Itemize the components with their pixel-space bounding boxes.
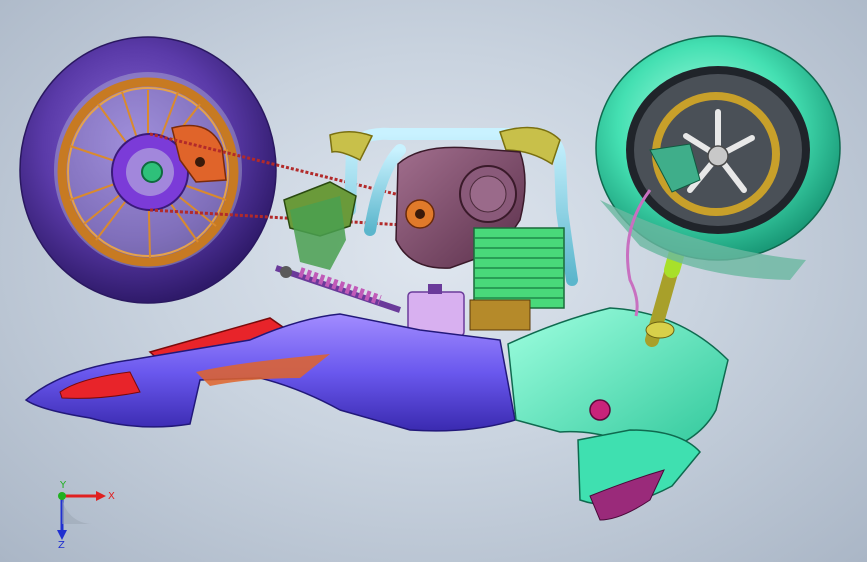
rear-shock: [275, 265, 401, 313]
rear-wheel[interactable]: [19, 36, 277, 304]
x-axis-label: X: [108, 491, 115, 502]
cylinder: [473, 227, 565, 309]
fuel-tank: [507, 307, 729, 453]
3d-viewport[interactable]: X Y Z: [0, 0, 867, 562]
front-wheel[interactable]: [595, 35, 841, 280]
motorcycle-model[interactable]: [0, 0, 867, 562]
y-axis-label: Y: [59, 480, 67, 491]
axis-triad: X Y Z: [57, 480, 115, 548]
y-axis-dot: [58, 492, 66, 500]
z-axis-label: Z: [58, 540, 65, 548]
